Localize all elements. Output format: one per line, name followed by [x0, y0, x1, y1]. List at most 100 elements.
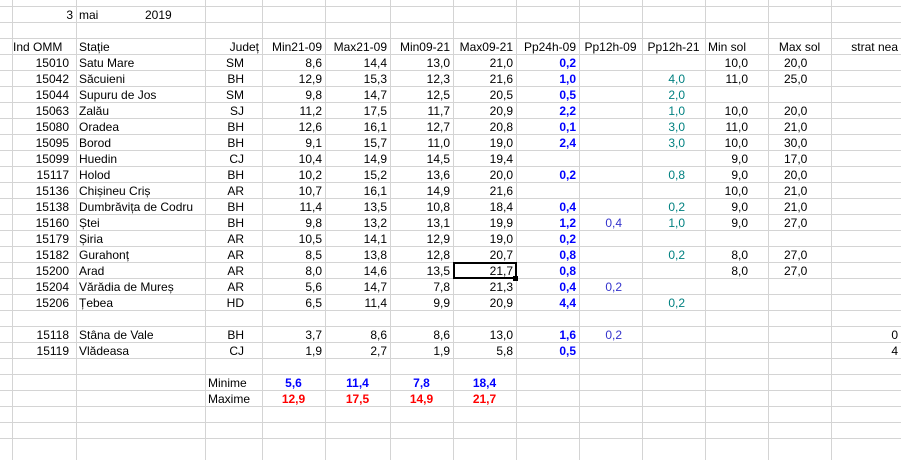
table-cell[interactable]: 27,0: [768, 215, 831, 231]
table-cell[interactable]: 20,0: [768, 167, 831, 183]
table-cell[interactable]: 10,7: [262, 183, 325, 199]
table-cell[interactable]: 10,0: [705, 103, 768, 119]
table-cell[interactable]: 3,7: [262, 327, 325, 343]
column-header[interactable]: Max21-09: [325, 39, 390, 55]
table-cell[interactable]: [831, 263, 901, 279]
station-name-cell[interactable]: Stâna de Vale: [76, 327, 205, 343]
selected-cell-outline[interactable]: [453, 262, 517, 279]
table-cell[interactable]: 7,8: [390, 279, 453, 295]
table-cell[interactable]: [579, 87, 642, 103]
station-name-cell[interactable]: Săcuieni: [76, 71, 205, 87]
station-code-cell[interactable]: 15044: [12, 87, 72, 103]
table-cell[interactable]: [516, 183, 579, 199]
fill-handle[interactable]: [513, 276, 518, 281]
station-code-cell[interactable]: 15063: [12, 103, 72, 119]
table-cell[interactable]: [642, 343, 705, 359]
table-cell[interactable]: 10,2: [262, 167, 325, 183]
station-name-cell[interactable]: Arad: [76, 263, 205, 279]
table-cell[interactable]: 10,8: [390, 199, 453, 215]
table-cell[interactable]: 9,8: [262, 215, 325, 231]
table-cell[interactable]: 10,0: [705, 183, 768, 199]
table-cell[interactable]: [642, 151, 705, 167]
table-cell[interactable]: [642, 263, 705, 279]
table-cell[interactable]: [642, 327, 705, 343]
table-cell[interactable]: [831, 231, 901, 247]
table-cell[interactable]: [831, 71, 901, 87]
station-name-cell[interactable]: [76, 311, 205, 327]
table-cell[interactable]: 0,8: [642, 167, 705, 183]
table-cell[interactable]: 2,4: [516, 135, 579, 151]
table-cell[interactable]: 8,5: [262, 247, 325, 263]
table-cell[interactable]: 8,6: [390, 327, 453, 343]
table-cell[interactable]: [768, 295, 831, 311]
table-cell[interactable]: 4: [831, 343, 901, 359]
column-header[interactable]: Min21-09: [262, 39, 325, 55]
column-header[interactable]: strat nea: [831, 39, 901, 55]
county-cell[interactable]: AR: [205, 247, 262, 263]
station-name-cell[interactable]: Șiria: [76, 231, 205, 247]
table-cell[interactable]: 1,0: [642, 103, 705, 119]
county-cell[interactable]: CJ: [205, 343, 262, 359]
table-cell[interactable]: [579, 135, 642, 151]
table-cell[interactable]: 1,6: [516, 327, 579, 343]
table-cell[interactable]: 14,1: [325, 231, 390, 247]
station-name-cell[interactable]: Chișineu Criș: [76, 183, 205, 199]
table-cell[interactable]: 12,8: [390, 247, 453, 263]
table-cell[interactable]: 0,1: [516, 119, 579, 135]
station-name-cell[interactable]: Vărădia de Mureș: [76, 279, 205, 295]
table-cell[interactable]: 8,6: [262, 55, 325, 71]
table-cell[interactable]: 12,3: [390, 71, 453, 87]
table-cell[interactable]: 0: [831, 327, 901, 343]
table-cell[interactable]: [642, 311, 705, 327]
table-cell[interactable]: 0,4: [516, 199, 579, 215]
county-cell[interactable]: BH: [205, 71, 262, 87]
table-cell[interactable]: [705, 295, 768, 311]
column-header[interactable]: Min sol: [705, 39, 768, 55]
table-cell[interactable]: 2,2: [516, 103, 579, 119]
table-cell[interactable]: 13,5: [325, 199, 390, 215]
table-cell[interactable]: [768, 279, 831, 295]
county-cell[interactable]: [205, 311, 262, 327]
table-cell[interactable]: 0,2: [516, 231, 579, 247]
table-cell[interactable]: [831, 119, 901, 135]
table-cell[interactable]: 11,4: [325, 295, 390, 311]
station-name-cell[interactable]: Țebea: [76, 295, 205, 311]
table-cell[interactable]: [579, 71, 642, 87]
county-cell[interactable]: CJ: [205, 151, 262, 167]
table-cell[interactable]: 0,2: [642, 247, 705, 263]
station-code-cell[interactable]: 15099: [12, 151, 72, 167]
table-cell[interactable]: 0,2: [642, 199, 705, 215]
column-header[interactable]: Pp12h-09: [579, 39, 642, 55]
table-cell[interactable]: 11,0: [705, 71, 768, 87]
table-cell[interactable]: 12,9: [262, 71, 325, 87]
station-name-cell[interactable]: Holod: [76, 167, 205, 183]
station-code-cell[interactable]: 15119: [12, 343, 72, 359]
table-cell[interactable]: 19,9: [453, 215, 516, 231]
summary-min-value[interactable]: 11,4: [325, 375, 390, 391]
table-cell[interactable]: 0,2: [516, 55, 579, 71]
station-name-cell[interactable]: Vlădeasa: [76, 343, 205, 359]
table-cell[interactable]: 21,3: [453, 279, 516, 295]
table-cell[interactable]: [831, 87, 901, 103]
table-cell[interactable]: [831, 247, 901, 263]
table-cell[interactable]: 3,0: [642, 119, 705, 135]
table-cell[interactable]: [831, 135, 901, 151]
column-header[interactable]: Max09-21: [453, 39, 516, 55]
table-cell[interactable]: [579, 199, 642, 215]
table-cell[interactable]: 20,0: [768, 103, 831, 119]
station-code-cell[interactable]: 15204: [12, 279, 72, 295]
table-cell[interactable]: [768, 231, 831, 247]
station-code-cell[interactable]: [12, 311, 72, 327]
table-cell[interactable]: 18,4: [453, 199, 516, 215]
table-cell[interactable]: 13,5: [390, 263, 453, 279]
table-cell[interactable]: 1,9: [390, 343, 453, 359]
spreadsheet-grid[interactable]: 3 mai 2019 Ind OMM Stație Județ Min21-09 Max21-…: [0, 0, 901, 460]
county-cell[interactable]: SJ: [205, 103, 262, 119]
table-cell[interactable]: 13,2: [325, 215, 390, 231]
table-cell[interactable]: 12,6: [262, 119, 325, 135]
station-code-cell[interactable]: 15200: [12, 263, 72, 279]
summary-min-value[interactable]: 5,6: [262, 375, 325, 391]
table-cell[interactable]: 5,6: [262, 279, 325, 295]
table-cell[interactable]: [642, 231, 705, 247]
county-cell[interactable]: BH: [205, 167, 262, 183]
